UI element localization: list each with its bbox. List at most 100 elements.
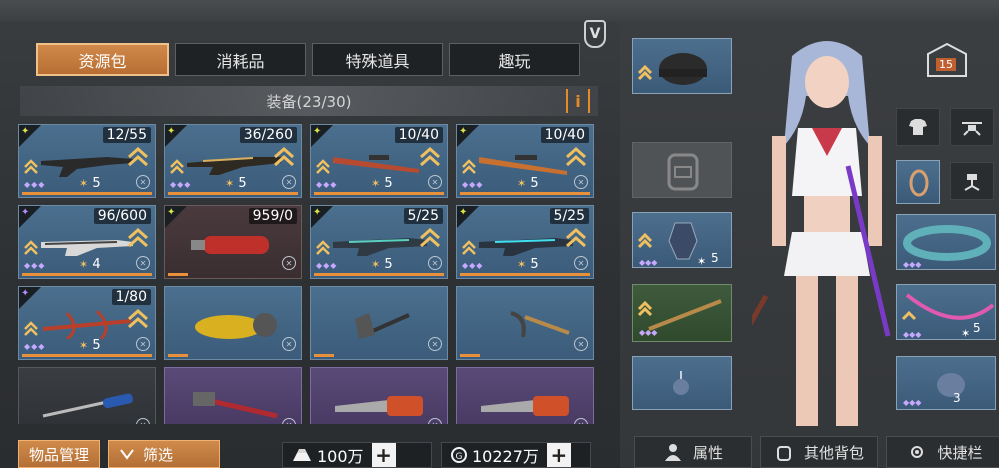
durability-bar (314, 273, 444, 276)
rarity-gem-icon: ✦ (459, 126, 468, 137)
helmet-slot[interactable] (632, 38, 732, 94)
tier-chevron-icon (170, 159, 184, 174)
dismantle-icon[interactable]: ✕ (282, 337, 296, 351)
shortcut-bar-tab[interactable]: 快捷栏 (886, 436, 999, 468)
rarity-gem-icon: ✦ (313, 126, 322, 137)
secondary-weapon-slot[interactable]: ◆◆◆ ✶ 5 (896, 284, 996, 340)
dismantle-icon[interactable]: ✕ (574, 337, 588, 351)
rifle-black-icon (41, 157, 133, 177)
drone-icon (962, 122, 982, 136)
armor-slot[interactable]: ◆◆◆ ✶ 5 (632, 212, 732, 268)
dismantle-icon[interactable]: ✕ (574, 175, 588, 189)
rifle-white-icon (41, 240, 133, 256)
star-icon: ✶ (517, 177, 527, 190)
dismantle-icon[interactable]: ✕ (136, 337, 150, 351)
melee-slot[interactable]: ◆◆◆ (632, 284, 732, 342)
gadget-slot[interactable]: ◆◆◆ 3 (896, 356, 996, 410)
tier-chevron-icon (24, 240, 38, 255)
inventory-item[interactable]: ✕ (164, 286, 302, 360)
inventory-item[interactable]: ✕ (456, 367, 594, 424)
inventory-actions: 物品管理 筛选 (18, 440, 221, 468)
inventory-item[interactable]: ✦ 10/40 ◆◆◆ ✶ 5 ✕ (456, 124, 594, 198)
inventory-item[interactable]: ✦ 96/600 ◆◆◆ ✶ 4 ✕ (18, 205, 156, 279)
crossbow-icon (42, 309, 132, 339)
tier-chevron-icon (462, 159, 476, 174)
filter-button[interactable]: 筛选 (108, 440, 221, 468)
inventory-item[interactable]: ✦ 959/0 ✕ (164, 205, 302, 279)
svg-text:◆◆◆: ◆◆◆ (639, 258, 658, 267)
dismantle-icon[interactable]: ✕ (574, 256, 588, 270)
inventory-item[interactable]: ✦ 1/80 ◆◆◆ ✶ 5 ✕ (18, 286, 156, 360)
inventory-item[interactable]: ✕ (456, 286, 594, 360)
add-gems-button[interactable]: + (546, 443, 571, 467)
star-level-value: 5 (238, 176, 247, 191)
screwdriver-icon (42, 393, 133, 418)
equipment-count-label: 装备(23/30) (266, 92, 352, 111)
dismantle-icon[interactable]: ✕ (428, 418, 442, 424)
level-badge[interactable]: 15 (924, 42, 970, 78)
star-level: ✶ 5 (371, 257, 393, 272)
durability-bar (460, 354, 480, 357)
dismantle-icon[interactable]: ✕ (428, 256, 442, 270)
inventory-item[interactable]: ✦ 10/40 ◆◆◆ ✶ 5 ✕ (310, 124, 448, 198)
star-level-value: 5 (530, 257, 539, 272)
drone-button[interactable] (950, 108, 994, 146)
inventory-item[interactable]: ✦ 12/55 ◆◆◆ ✶ 5 ✕ (18, 124, 156, 198)
vip-badge[interactable]: V (584, 20, 606, 48)
inventory-item[interactable]: ✦ 5/25 ◆◆◆ ✶ 5 ✕ (310, 205, 448, 279)
dismantle-icon[interactable]: ✕ (282, 256, 296, 270)
tab-special-items[interactable]: 特殊道具 (312, 43, 443, 76)
star-icon: ✶ (517, 258, 527, 271)
tab-fun[interactable]: 趣玩 (449, 43, 580, 76)
attributes-tab[interactable]: 属性 (634, 436, 752, 468)
dismantle-icon[interactable]: ✕ (282, 175, 296, 189)
dismantle-icon[interactable]: ✕ (136, 175, 150, 189)
pickaxe-icon (510, 311, 570, 338)
dismantle-icon[interactable]: ✕ (428, 175, 442, 189)
other-bags-label: 其他背包 (803, 443, 864, 462)
helmet-icon (637, 53, 707, 85)
gold-bar-icon (293, 449, 311, 461)
item-management-button[interactable]: 物品管理 (18, 440, 101, 468)
info-icon[interactable]: i (566, 89, 590, 113)
dismantle-icon[interactable]: ✕ (428, 337, 442, 351)
scooter-icon (195, 313, 277, 339)
accessory-slot[interactable] (896, 160, 940, 204)
bag-icon (776, 446, 791, 461)
dismantle-icon[interactable]: ✕ (136, 418, 150, 424)
tier-chevron-icon (24, 159, 38, 174)
character-model[interactable] (752, 36, 902, 436)
staff-icon: ◆◆◆ (637, 299, 722, 337)
tab-resource-pack[interactable]: 资源包 (36, 43, 169, 76)
tab-consumables[interactable]: 消耗品 (175, 43, 306, 76)
inventory-item[interactable]: ✕ (18, 367, 156, 424)
equipment-header: 装备(23/30) i (20, 86, 598, 116)
inventory-item[interactable]: ✦ 5/25 ◆◆◆ ✶ 5 ✕ (456, 205, 594, 279)
person-icon (664, 444, 681, 461)
inventory-item[interactable]: ✕ (310, 367, 448, 424)
svg-text:◆◆◆: ◆◆◆ (903, 260, 922, 269)
upgrade-chevron-icon (274, 147, 294, 167)
bracelet-slot[interactable]: ◆◆◆ (896, 214, 996, 270)
outfit-button[interactable] (896, 108, 940, 146)
other-bags-tab[interactable]: 其他背包 (760, 436, 878, 468)
star-level-value: 5 (92, 338, 101, 353)
tier-chevron-icon (316, 240, 330, 255)
ammo-count: 12/55 (102, 127, 151, 143)
dismantle-icon[interactable]: ✕ (574, 418, 588, 424)
add-coins-button[interactable]: + (371, 443, 396, 467)
pet-slot[interactable] (632, 356, 732, 410)
shirt-icon (909, 119, 927, 135)
inventory-item[interactable]: ✕ (310, 286, 448, 360)
star-icon: ✶ (79, 258, 89, 271)
inventory-item[interactable]: ✦ 36/260 ◆◆◆ ✶ 5 ✕ (164, 124, 302, 198)
backpack-slot[interactable] (632, 142, 732, 198)
inventory-item[interactable]: ✕ (164, 367, 302, 424)
dismantle-icon[interactable]: ✕ (136, 256, 150, 270)
turret-button[interactable] (950, 162, 994, 200)
svg-text:G: G (456, 452, 463, 462)
rifle-gold-icon (187, 157, 281, 175)
dismantle-icon[interactable]: ✕ (282, 418, 296, 424)
turret-icon (964, 174, 980, 191)
gem-coin-icon: G (451, 447, 467, 463)
